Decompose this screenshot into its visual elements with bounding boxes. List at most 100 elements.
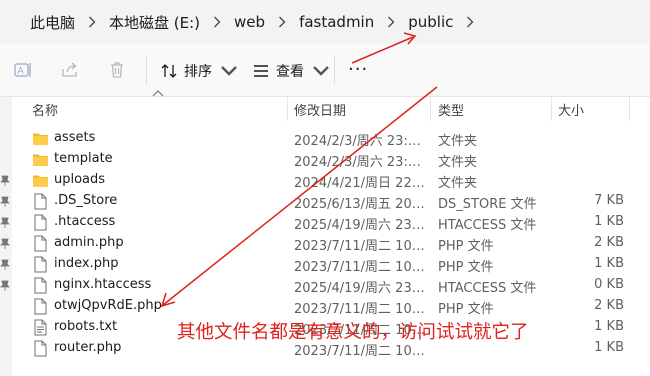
file-type: HTACCESS 文件 [438, 281, 537, 296]
sort-button[interactable]: 排序 [160, 58, 244, 84]
column-header-name[interactable]: 名称 [32, 100, 58, 119]
file-type: 文件夹 [438, 155, 478, 170]
toolbar-divider [146, 56, 147, 84]
column-header-type[interactable]: 类型 [438, 100, 464, 119]
file-icon [34, 235, 47, 252]
file-type: HTACCESS 文件 [438, 218, 537, 233]
column-divider[interactable] [287, 97, 288, 121]
file-name: uploads [54, 172, 106, 187]
file-name: .htaccess [54, 214, 116, 229]
column-header-date[interactable]: 修改日期 [294, 100, 346, 119]
file-type: DS_STORE 文件 [438, 197, 537, 212]
file-row[interactable]: otwjQpvRdE.php 2023/7/11/周二 10… PHP 文件 2… [12, 296, 650, 317]
annotation-text: 其他文件名都是有意义的，访问试试就它了 [177, 322, 529, 343]
file-date: 2024/2/3/周六 23:… [294, 134, 421, 149]
more-options-button[interactable]: ··· [348, 61, 368, 79]
pin-icon[interactable] [0, 196, 10, 208]
file-type: 文件夹 [438, 134, 478, 149]
file-date: 2023/7/11/周二 10… [294, 239, 425, 254]
file-name: assets [54, 130, 96, 145]
file-row[interactable]: assets 2024/2/3/周六 23:… 文件夹 [12, 128, 650, 149]
view-icon [254, 65, 268, 77]
svg-text:A: A [18, 67, 25, 77]
breadcrumb-fastadmin[interactable]: fastadmin [293, 13, 380, 31]
file-date: 2023/7/11/周二 10… [294, 302, 425, 317]
sort-label: 排序 [184, 64, 212, 80]
column-divider[interactable] [551, 97, 552, 121]
file-name: template [54, 151, 113, 166]
file-date: 2024/2/3/周六 23:… [294, 155, 421, 170]
breadcrumb-this-pc[interactable]: 此电脑 [0, 12, 81, 33]
chevron-right-icon[interactable] [206, 0, 228, 44]
file-name: otwjQpvRdE.php [54, 298, 162, 313]
rename-icon[interactable]: A [13, 60, 33, 80]
file-row[interactable]: nginx.htaccess 2025/4/19/周六 23… HTACCESS… [12, 275, 650, 296]
file-icon [34, 193, 47, 210]
file-row[interactable]: index.php 2023/7/11/周二 10… PHP 文件 1 KB [12, 254, 650, 275]
command-bar: A 排序 查看 ··· [0, 44, 650, 97]
file-date: 2025/6/13/周五 20… [294, 197, 425, 212]
file-icon [34, 256, 47, 273]
chevron-right-icon[interactable] [271, 0, 293, 44]
file-size: 1 KB [594, 214, 624, 229]
file-name: index.php [54, 256, 119, 271]
file-icon [34, 214, 47, 231]
file-type: PHP 文件 [438, 260, 494, 275]
pin-icon[interactable] [0, 280, 10, 292]
file-type: 文件夹 [438, 176, 478, 191]
file-row[interactable]: uploads 2024/4/21/周日 22… 文件夹 [12, 170, 650, 191]
breadcrumb-local-disk[interactable]: 本地磁盘 (E:) [103, 12, 206, 33]
file-type: PHP 文件 [438, 302, 494, 317]
chevron-right-icon[interactable] [380, 0, 402, 44]
navigation-pane-edge [0, 97, 12, 376]
file-size: 2 KB [594, 298, 624, 313]
breadcrumb: 此电脑 本地磁盘 (E:) web fastadmin public [0, 0, 650, 45]
file-type: PHP 文件 [438, 239, 494, 254]
sort-ascending-icon [152, 90, 164, 97]
file-size: 2 KB [594, 235, 624, 250]
chevron-right-icon[interactable] [459, 0, 481, 44]
file-name: nginx.htaccess [54, 277, 152, 292]
chevron-down-icon [313, 66, 329, 76]
file-row[interactable]: .htaccess 2025/4/19/周六 23… HTACCESS 文件 1… [12, 212, 650, 233]
file-size: 1 KB [594, 319, 624, 334]
delete-icon[interactable] [107, 60, 127, 80]
folder-icon [33, 133, 48, 145]
file-row[interactable]: admin.php 2023/7/11/周二 10… PHP 文件 2 KB [12, 233, 650, 254]
sort-icon [161, 64, 177, 78]
pin-icon[interactable] [0, 259, 10, 271]
breadcrumb-public[interactable]: public [402, 13, 459, 31]
file-name: .DS_Store [54, 193, 118, 208]
column-divider[interactable] [629, 97, 630, 121]
file-row[interactable]: .DS_Store 2025/6/13/周五 20… DS_STORE 文件 7… [12, 191, 650, 212]
file-date: 2023/7/11/周二 10… [294, 260, 425, 275]
file-size: 1 KB [594, 340, 624, 355]
file-icon [34, 340, 47, 357]
folder-icon [33, 154, 48, 166]
view-button[interactable]: 查看 [252, 58, 336, 84]
file-icon [34, 298, 47, 315]
file-icon [34, 277, 47, 294]
share-icon[interactable] [60, 60, 80, 80]
toolbar-divider [334, 56, 335, 84]
breadcrumb-web[interactable]: web [228, 13, 271, 31]
file-size: 0 KB [594, 277, 624, 292]
file-date: 2024/4/21/周日 22… [294, 176, 425, 191]
file-size: 1 KB [594, 256, 624, 271]
file-date: 2025/4/19/周六 23… [294, 218, 425, 233]
file-name: admin.php [54, 235, 124, 250]
file-row[interactable]: template 2024/2/3/周六 23:… 文件夹 [12, 149, 650, 170]
file-size: 7 KB [594, 193, 624, 208]
column-headers: 名称 修改日期 类型 大小 [12, 90, 650, 121]
text-file-icon [34, 319, 47, 336]
chevron-right-icon[interactable] [81, 0, 103, 44]
file-date: 2025/4/19/周六 23… [294, 281, 425, 296]
folder-icon [33, 175, 48, 187]
pin-icon[interactable] [0, 217, 10, 229]
column-header-size[interactable]: 大小 [558, 100, 584, 119]
chevron-down-icon [221, 66, 237, 76]
column-divider[interactable] [430, 97, 431, 121]
pin-icon[interactable] [0, 175, 10, 187]
view-label: 查看 [276, 64, 304, 80]
pin-icon[interactable] [0, 238, 10, 250]
